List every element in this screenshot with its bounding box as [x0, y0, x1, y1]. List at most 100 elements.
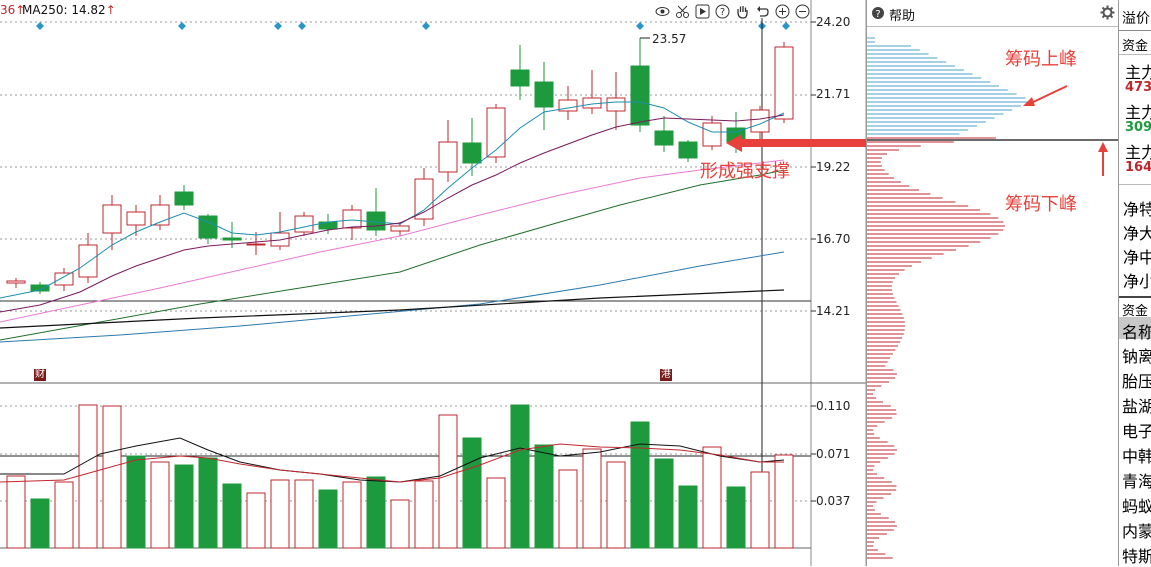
event-tag-hk[interactable]: 港	[660, 369, 672, 381]
candle-body	[102, 204, 122, 234]
candle-body	[606, 97, 626, 112]
candle-body	[678, 141, 698, 159]
fund-header: 资金	[1122, 39, 1149, 54]
price-tick-5: 14.21	[816, 304, 851, 318]
chip-histogram[interactable]	[867, 26, 1119, 566]
candle-body	[534, 81, 554, 108]
volume-bar	[198, 457, 218, 549]
candle-body	[294, 215, 314, 233]
candle-body	[246, 243, 266, 246]
undo-icon[interactable]	[755, 4, 770, 19]
ma-prev-value: 36	[0, 3, 16, 17]
price-tick-3: 19.22	[816, 160, 851, 174]
svg-text:?: ?	[875, 9, 880, 20]
up-arrow-icon: ↑	[105, 3, 116, 17]
volume-bar	[150, 461, 170, 549]
ma250-label: MA250: 14.82↑	[22, 3, 116, 17]
net-row-4: 净小	[1123, 272, 1151, 291]
scissors-icon[interactable]	[675, 4, 690, 19]
candle-body	[510, 69, 530, 87]
volume-tick-3: 0.037	[816, 494, 851, 508]
volume-tick-1: 0.110	[816, 399, 851, 413]
volume-bar	[462, 437, 482, 549]
candle-body	[222, 237, 242, 241]
candle-body	[438, 141, 458, 173]
event-diamond-marker	[298, 22, 306, 30]
list-item[interactable]: 胎压	[1122, 368, 1151, 392]
candle-body	[78, 244, 98, 278]
gear-icon[interactable]	[1100, 5, 1115, 20]
main-force-value-1: 473	[1125, 80, 1151, 95]
event-diamond-marker	[636, 22, 644, 30]
volume-bar	[750, 471, 770, 549]
volume-bar	[54, 481, 74, 549]
price-tick-1: 24.20	[816, 15, 851, 29]
volume-bar	[534, 444, 554, 549]
volume-bar	[126, 455, 146, 549]
candle-body	[126, 211, 146, 226]
list-item[interactable]: 电子	[1122, 418, 1151, 442]
fund-flow-panel: 溢价 资金 主力 473 主力 309 主力 164 净特 净大 净中 净小 资…	[1118, 0, 1151, 566]
chart-toolbar: ?	[655, 4, 810, 19]
main-force-value-2: 309	[1125, 120, 1151, 135]
list-item[interactable]: 特斯	[1122, 543, 1151, 567]
volume-bar	[486, 477, 506, 549]
candle-body	[462, 142, 482, 164]
candle-body	[654, 130, 674, 146]
event-diamond-marker	[422, 22, 430, 30]
volume-bar	[174, 464, 194, 549]
list-item[interactable]: 盐湖	[1122, 393, 1151, 417]
volume-bar	[774, 454, 794, 549]
net-row-2: 净大	[1123, 224, 1151, 243]
eye-icon[interactable]	[655, 4, 670, 19]
help-title[interactable]: 帮助	[889, 5, 915, 24]
volume-bar	[318, 489, 338, 549]
list-item[interactable]: 青海	[1122, 468, 1151, 492]
volume-bar	[726, 486, 746, 549]
volume-bar	[102, 405, 122, 549]
kline-chart[interactable]	[0, 0, 866, 566]
volume-bar	[582, 448, 602, 549]
help-circle-icon[interactable]: ?	[871, 6, 885, 20]
help-icon[interactable]: ?	[715, 4, 730, 19]
strong-support-annotation: 形成强支撑	[700, 161, 790, 182]
event-tag-financial[interactable]: 财	[34, 369, 46, 381]
candle-body	[630, 65, 650, 126]
hand-icon[interactable]	[735, 4, 750, 19]
volume-bar	[510, 404, 530, 549]
event-diamond-marker	[274, 22, 282, 30]
zoom-in-icon[interactable]	[775, 4, 790, 19]
list-item[interactable]: 蚂蚁	[1122, 493, 1151, 517]
volume-bar	[294, 479, 314, 549]
candle-body	[6, 280, 26, 284]
volume-bar	[246, 492, 266, 549]
list-item[interactable]: 内蒙	[1122, 518, 1151, 542]
candle-body	[342, 209, 362, 229]
event-diamond-marker	[36, 22, 44, 30]
premium-label: 溢价	[1122, 11, 1150, 27]
net-row-1: 净特	[1123, 200, 1151, 219]
play-icon[interactable]	[695, 4, 710, 19]
ma250-value: MA250: 14.82	[22, 3, 106, 17]
chip-up-arrow-shaft	[1028, 85, 1068, 105]
volume-bar	[78, 404, 98, 549]
volume-bar	[414, 480, 434, 549]
list-item[interactable]: 中韩	[1122, 443, 1151, 467]
volume-bar	[270, 479, 290, 549]
list-name-header[interactable]: 名称	[1122, 319, 1151, 343]
net-row-3: 净中	[1123, 248, 1151, 267]
candle-body	[702, 122, 722, 147]
chip-distribution-panel: ? 帮助 筹码上峰 筹码下峰	[866, 0, 1119, 566]
chip-down-arrow-icon	[1098, 142, 1108, 152]
support-arrow-icon	[726, 134, 866, 152]
high-price-label: 23.57	[652, 32, 687, 46]
svg-text:?: ?	[720, 7, 725, 18]
chip-up-peak-annotation: 筹码上峰	[1005, 49, 1077, 70]
ma-250-line	[0, 289, 785, 329]
zoom-out-icon[interactable]	[795, 4, 810, 19]
volume-bar	[654, 458, 674, 549]
ma-pink-line	[0, 159, 785, 323]
candle-body	[54, 272, 74, 286]
list-item[interactable]: 钠离	[1122, 343, 1151, 367]
volume-bar	[678, 485, 698, 549]
